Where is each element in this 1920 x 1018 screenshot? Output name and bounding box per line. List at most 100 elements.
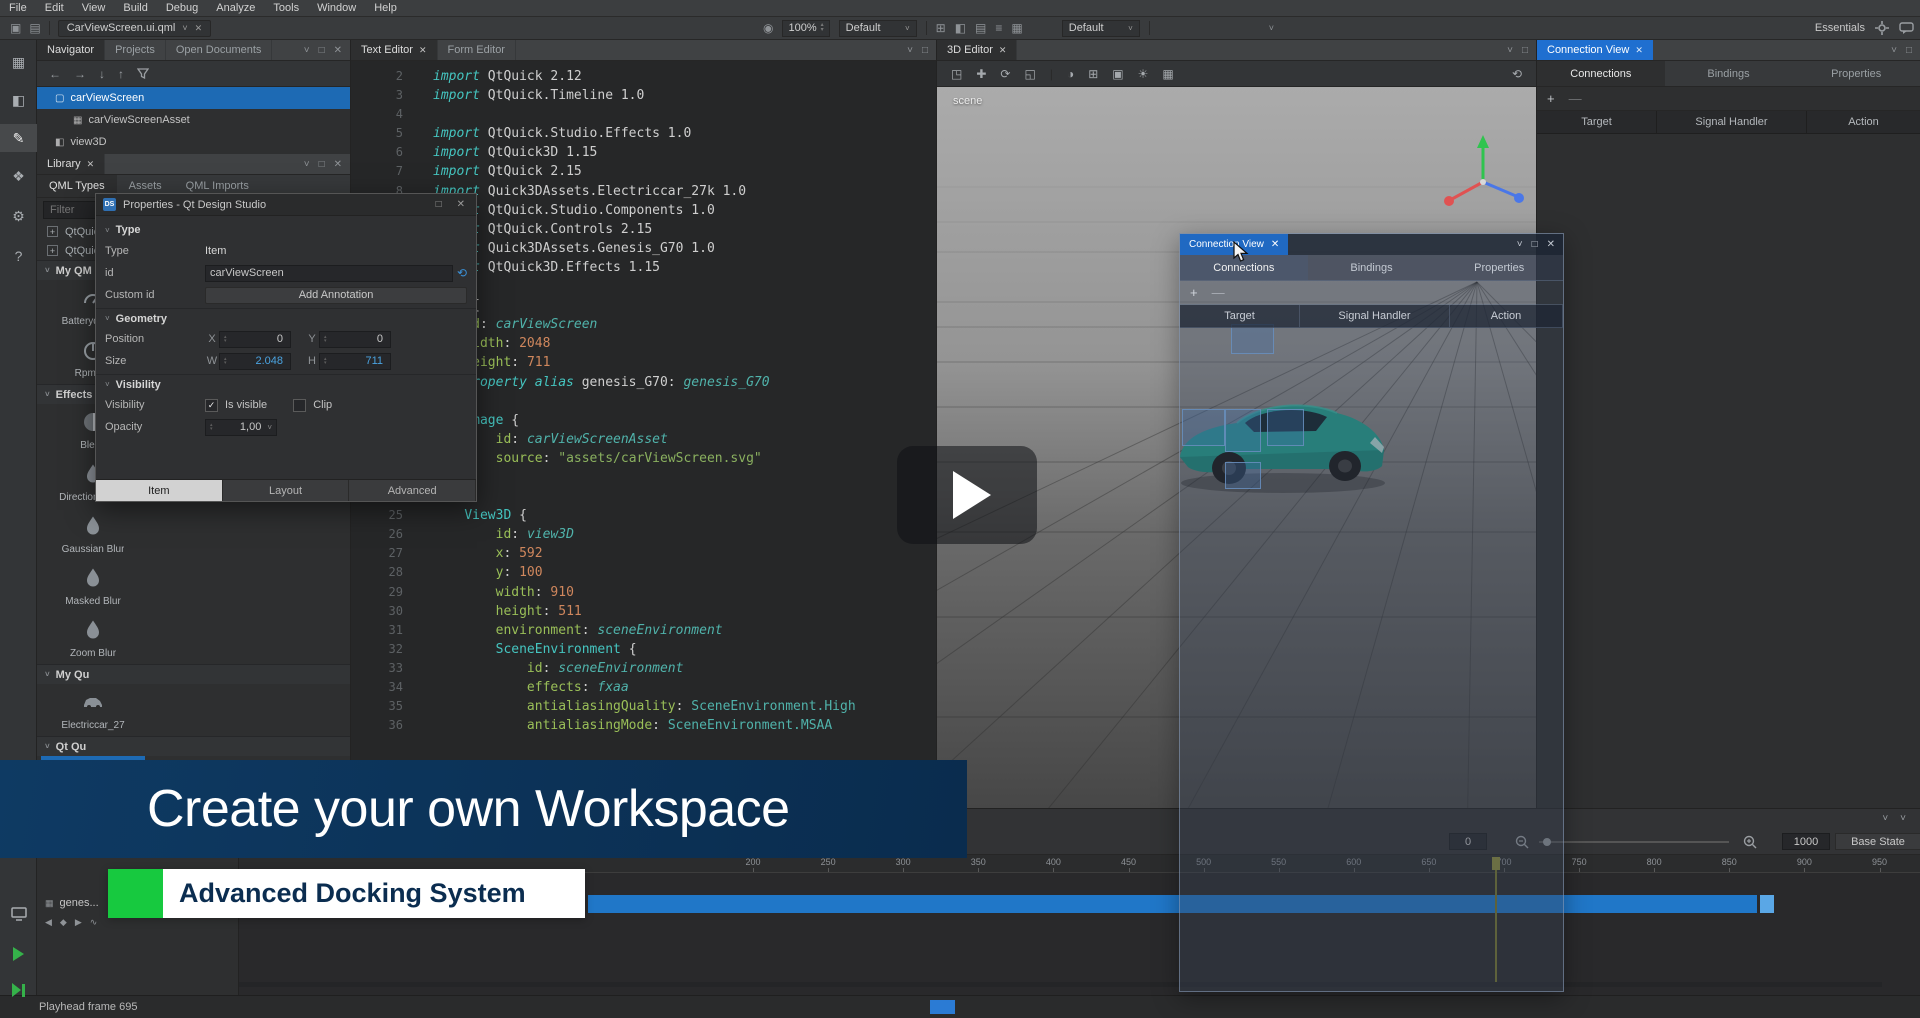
tab-navigator[interactable]: Navigator xyxy=(37,40,105,60)
camera-icon[interactable]: ▣ xyxy=(1112,67,1123,81)
move-right-icon[interactable]: → xyxy=(74,67,86,81)
tree-item-carViewScreenAsset[interactable]: ▦carViewScreenAsset xyxy=(37,109,350,131)
close-icon[interactable]: ✕ xyxy=(1635,45,1643,56)
remove-connection-button[interactable]: — xyxy=(1569,91,1582,106)
rotate-tool-icon[interactable]: ⟳ xyxy=(1000,67,1010,81)
chevron-down-icon[interactable]: ˅ xyxy=(1507,45,1513,56)
sidebar-toggle-icon[interactable]: ◧ xyxy=(0,86,37,114)
library-item-electriccar_27[interactable]: Electriccar_27 xyxy=(41,684,145,736)
move-up-icon[interactable]: ↑ xyxy=(118,67,124,81)
apps-grid-icon[interactable]: ▦ xyxy=(0,48,37,76)
section-type[interactable]: ˅ Type xyxy=(96,220,476,240)
close-icon[interactable]: ✕ xyxy=(334,159,342,170)
home-icon[interactable]: ▣ xyxy=(10,21,21,35)
chevron-down-icon[interactable]: ˅ xyxy=(1891,45,1897,56)
timeline-zoom-slider[interactable] xyxy=(1539,841,1729,843)
remove-connection-button[interactable]: — xyxy=(1212,285,1225,300)
timeline-section-bar[interactable] xyxy=(588,895,1757,913)
timeline-hscrollbar[interactable] xyxy=(239,982,1882,987)
type-value[interactable]: Item xyxy=(205,245,226,257)
chevron-down-icon[interactable]: ˅ xyxy=(1900,813,1906,824)
export-alias-icon[interactable]: ⟲ xyxy=(457,266,467,280)
section-geometry[interactable]: ˅ Geometry xyxy=(96,308,476,328)
y-spinbox[interactable]: ▴▾0 xyxy=(319,331,391,348)
tab-open-documents[interactable]: Open Documents xyxy=(166,40,273,60)
kit-label[interactable]: Essentials xyxy=(1815,22,1865,34)
zoom-control[interactable]: 100% ▴▾ xyxy=(782,20,829,37)
menu-view[interactable]: View xyxy=(73,2,115,14)
undock-icon[interactable]: □ xyxy=(1906,45,1912,56)
close-icon[interactable]: ✕ xyxy=(1271,239,1279,250)
reset-view-icon[interactable]: ⟲ xyxy=(1512,67,1522,81)
add-keyframe-icon[interactable]: ◆ xyxy=(60,917,67,928)
tab-layout[interactable]: Layout xyxy=(223,480,350,501)
design-mode-icon[interactable]: ✎ xyxy=(0,124,37,152)
is-visible-checkbox[interactable]: ✓ xyxy=(205,399,218,412)
tab-projects[interactable]: Projects xyxy=(105,40,166,60)
tab-bindings[interactable]: Bindings xyxy=(1308,255,1436,280)
clip-checkbox[interactable] xyxy=(293,399,306,412)
settings-icon[interactable] xyxy=(1875,21,1889,35)
menu-window[interactable]: Window xyxy=(308,2,365,14)
section-visibility[interactable]: ˅ Visibility xyxy=(96,374,476,394)
menu-file[interactable]: File xyxy=(0,2,36,14)
chevron-down-icon[interactable]: ˅ xyxy=(1882,813,1888,824)
chevron-down-icon[interactable]: ˅ xyxy=(182,23,187,33)
tab-bindings[interactable]: Bindings xyxy=(1665,61,1793,86)
close-icon[interactable]: ✕ xyxy=(419,45,427,56)
library-item-masked-blur[interactable]: Masked Blur xyxy=(41,560,145,612)
select-tool-icon[interactable]: ◳ xyxy=(951,67,962,81)
zoom-stepper-icon[interactable]: ▴▾ xyxy=(821,23,824,33)
menu-tools[interactable]: Tools xyxy=(264,2,308,14)
next-keyframe-icon[interactable]: ▶ xyxy=(75,917,82,928)
style-select[interactable]: Default ˅ xyxy=(839,20,917,37)
tools-icon[interactable]: ⚙ xyxy=(0,202,37,230)
run-debug-icon[interactable] xyxy=(0,976,37,1004)
grid-icon[interactable]: ▦ xyxy=(1011,21,1022,35)
menu-debug[interactable]: Debug xyxy=(157,2,207,14)
tab-form-editor[interactable]: Form Editor xyxy=(438,40,516,60)
library-item-zoom-blur[interactable]: Zoom Blur xyxy=(41,612,145,664)
list-icon[interactable]: ≡ xyxy=(995,21,1002,35)
tab-connection-view[interactable]: Connection View ✕ xyxy=(1537,40,1653,60)
add-annotation-button[interactable]: Add Annotation xyxy=(205,287,467,304)
bookmark-icon[interactable]: ▤ xyxy=(29,21,40,35)
menu-help[interactable]: Help xyxy=(365,2,406,14)
local-global-icon[interactable]: ◑ xyxy=(1067,67,1074,81)
library-section-qt-qu[interactable]: ˅Qt Qu xyxy=(37,736,350,756)
tab-library[interactable]: Library ✕ xyxy=(37,154,105,174)
floating-connection-view[interactable]: Connection View ✕ ˅ □ ✕ ConnectionsBindi… xyxy=(1179,233,1564,992)
grid-toggle-icon[interactable]: ▦ xyxy=(1162,67,1173,81)
base-state-button[interactable]: Base State xyxy=(1835,833,1920,850)
opacity-spinbox[interactable]: ▴▾1,00 ˅ xyxy=(205,419,277,436)
undock-icon[interactable]: □ xyxy=(1532,239,1538,250)
add-connection-button[interactable]: + xyxy=(1547,91,1555,106)
snap-icon[interactable]: ⊞ xyxy=(1088,67,1098,81)
move-tool-icon[interactable]: ✚ xyxy=(976,67,986,81)
ruler-icon[interactable]: ▤ xyxy=(975,21,986,35)
id-input[interactable]: carViewScreen xyxy=(205,265,453,282)
tree-item-view3D[interactable]: ◧view3D xyxy=(37,131,350,153)
chevron-down-icon[interactable]: ˅ xyxy=(1517,239,1523,250)
close-icon[interactable]: ✕ xyxy=(453,199,469,210)
workspace-select[interactable]: Default ˅ xyxy=(1062,20,1140,37)
library-section-my-qu[interactable]: ˅My Qu xyxy=(37,664,350,684)
close-icon[interactable]: ✕ xyxy=(195,23,203,34)
bounds-icon[interactable]: ◧ xyxy=(955,21,966,35)
undock-icon[interactable]: □ xyxy=(1522,45,1528,56)
width-spinbox[interactable]: ▴▾2.048 xyxy=(219,353,291,370)
menu-analyze[interactable]: Analyze xyxy=(207,2,264,14)
chevron-down-icon[interactable]: ˅ xyxy=(304,45,310,56)
feedback-icon[interactable] xyxy=(1899,22,1914,35)
chevron-down-icon[interactable]: ˅ xyxy=(907,45,913,56)
tab-connections[interactable]: Connections xyxy=(1537,61,1665,86)
chevron-down-icon[interactable]: ˅ xyxy=(304,159,310,170)
run-icon[interactable] xyxy=(0,940,37,968)
curve-editor-icon[interactable]: ∿ xyxy=(90,917,98,928)
zoom-in-icon[interactable] xyxy=(1743,835,1757,849)
target-icon[interactable]: ◉ xyxy=(763,21,773,35)
undock-icon[interactable]: □ xyxy=(319,45,325,56)
tab-properties[interactable]: Properties xyxy=(1435,255,1563,280)
filter-icon[interactable] xyxy=(137,68,149,79)
tree-item-carViewScreen[interactable]: ▢carViewScreen xyxy=(37,87,350,109)
